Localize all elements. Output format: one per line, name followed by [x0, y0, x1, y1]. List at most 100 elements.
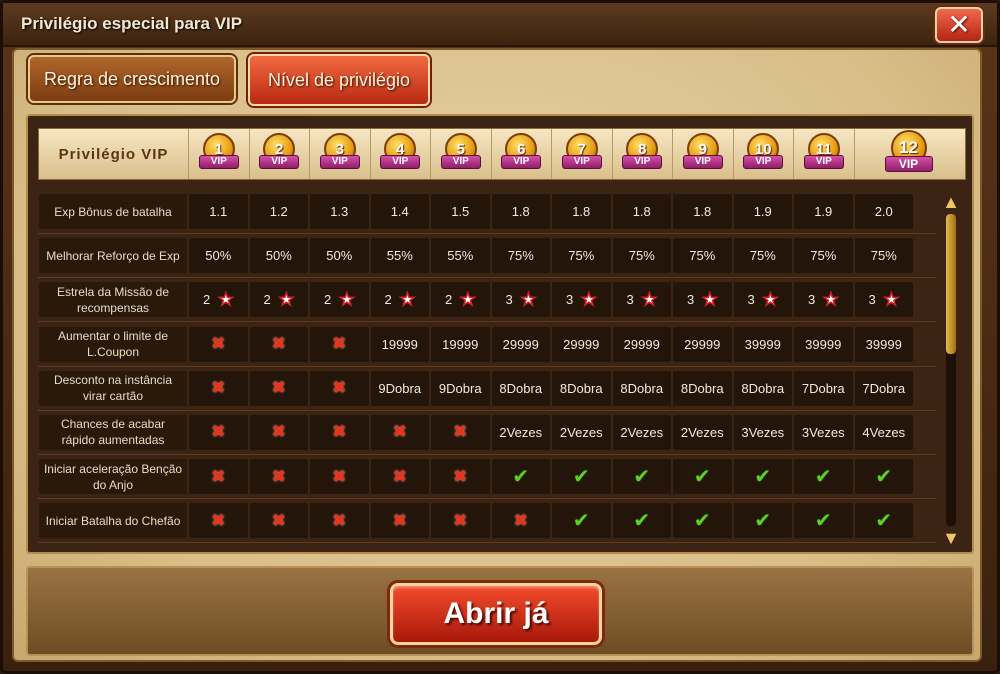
scroll-up-arrow-icon[interactable]: ▲ [941, 192, 961, 212]
cell-value: 1.4 [390, 204, 409, 219]
cell-value: 8Dobra [680, 380, 724, 396]
scrollbar[interactable]: ▲ ▼ [940, 192, 962, 548]
star-count: 3 [566, 292, 574, 308]
cell-value: 75% [689, 248, 716, 264]
cross-icon: ✖ [453, 466, 468, 486]
star-count: 3 [868, 292, 876, 308]
cross-icon: ✖ [271, 422, 286, 442]
table-cell: ✔ [491, 459, 550, 495]
table-cell: 3 ★ [733, 282, 792, 318]
table-cell: ✖ [249, 414, 308, 450]
table-cell: ✔ [673, 503, 732, 539]
table-cell: 29999 [673, 326, 732, 362]
row-label: Aumentar o limite de L.Coupon [39, 326, 187, 362]
table-cell: 3 ★ [794, 282, 853, 318]
table-row: Estrela da Missão de recompensas 2 ★ 2 ★ 2 ★ 2 ★… [38, 278, 936, 323]
table-cell: 3 ★ [491, 282, 550, 318]
table-cell: ✔ [612, 459, 671, 495]
header-label: Privilégio VIP [39, 129, 189, 179]
cell-value: 1.8 [572, 204, 591, 219]
cell-value: 50% [265, 248, 292, 264]
cross-icon: ✖ [453, 510, 468, 530]
vip-badge-icon: 8 VIP [622, 133, 663, 175]
table-cell: ✔ [552, 459, 611, 495]
close-button[interactable]: ✕ [935, 7, 983, 43]
star-icon: ★ [641, 290, 658, 310]
table-row: Melhorar Reforço de Exp 50% 50% 50% 55% 55% 75… [38, 234, 936, 279]
table-cell: ✔ [733, 503, 792, 539]
table-row: Aumentar o limite de L.Coupon ✖ ✖ ✖ 19999 199… [38, 322, 936, 367]
cell-value: 3Vezes [741, 424, 785, 440]
cell-value: 2Vezes [680, 424, 724, 440]
table-cell: ✔ [794, 503, 853, 539]
vip-level-6-header: 6 VIP [492, 129, 552, 179]
vip-level-3-header: 3 VIP [310, 129, 371, 179]
vip-ribbon: VIP [803, 155, 844, 169]
table-cell: ✖ [249, 503, 308, 539]
open-now-button[interactable]: Abrir já [390, 583, 602, 645]
table-cell: 1.1 [189, 194, 248, 229]
tab-growth-rule[interactable]: Regra de crescimento [28, 55, 236, 103]
table-cell: 2Vezes [612, 414, 671, 450]
cross-icon: ✖ [453, 422, 468, 442]
table-cell: 8Dobra [491, 370, 550, 406]
vip-level-4-header: 4 VIP [371, 129, 431, 179]
table-cell: 29999 [612, 326, 671, 362]
vip-badge-icon: 3 VIP [319, 133, 360, 175]
cell-value: 1.8 [632, 204, 651, 219]
star-icon: ★ [278, 290, 295, 310]
table-cell: 2 ★ [189, 282, 248, 318]
cell-value: 1.9 [814, 204, 833, 219]
cell-value: 29999 [684, 336, 721, 352]
cell-value: 29999 [502, 336, 539, 352]
cell-value: 4Vezes [862, 424, 906, 440]
checkmark-icon: ✔ [693, 510, 711, 533]
star-icon: ★ [822, 290, 839, 310]
vip-ribbon: VIP [501, 155, 542, 169]
star-icon: ★ [338, 290, 355, 310]
table-cell: ✖ [310, 326, 369, 362]
star-icon: ★ [762, 290, 779, 310]
row-label: Iniciar Batalha do Chefão [39, 503, 187, 539]
scroll-down-arrow-icon[interactable]: ▼ [941, 528, 961, 548]
cell-value: 19999 [381, 336, 418, 352]
table-cell: 4Vezes [854, 414, 913, 450]
table-cell: 8Dobra [612, 370, 671, 406]
cell-value: 1.8 [511, 204, 530, 219]
table-cell: 50% [189, 238, 248, 274]
table-cell: 75% [552, 238, 611, 274]
cell-value: 1.9 [753, 204, 772, 219]
star-count: 3 [687, 292, 695, 308]
cell-value: 39999 [805, 336, 842, 352]
cell-value: 1.5 [451, 204, 470, 219]
vip-badge-icon: 1 VIP [198, 133, 239, 175]
table-cell: 1.9 [733, 194, 792, 229]
checkmark-icon: ✔ [512, 466, 530, 489]
checkmark-icon: ✔ [754, 510, 772, 533]
cross-icon: ✖ [271, 510, 286, 530]
tab-privilege-level[interactable]: Nível de privilégio [248, 54, 430, 106]
table-cell: 75% [794, 238, 853, 274]
table-cell: 2Vezes [552, 414, 611, 450]
star-icon: ★ [701, 290, 718, 310]
table-cell: ✖ [310, 370, 369, 406]
table-cell: 2 ★ [249, 282, 308, 318]
scroll-track[interactable] [946, 214, 956, 526]
table-cell: ✔ [854, 459, 913, 495]
table-cell: 9Dobra [370, 370, 429, 406]
table-cell: 3 ★ [612, 282, 671, 318]
scroll-thumb[interactable] [946, 214, 956, 354]
cross-icon: ✖ [211, 466, 226, 486]
star-icon: ★ [217, 290, 234, 310]
cross-icon: ✖ [271, 378, 286, 398]
table-cell: 1.8 [673, 194, 732, 229]
checkmark-icon: ✔ [572, 510, 590, 533]
table-cell: ✔ [673, 459, 732, 495]
star-count: 2 [203, 292, 211, 308]
cross-icon: ✖ [271, 334, 286, 354]
table-cell: 1.5 [431, 194, 490, 229]
table-cell: ✖ [189, 503, 248, 539]
star-icon: ★ [459, 290, 476, 310]
table-row: Iniciar Batalha do Chefão ✖ ✖ ✖ ✖ ✖ ✖ ✔ ✔ ✔ ✔ ✔ ✔ [38, 499, 936, 544]
row-label: Melhorar Reforço de Exp [39, 238, 187, 274]
